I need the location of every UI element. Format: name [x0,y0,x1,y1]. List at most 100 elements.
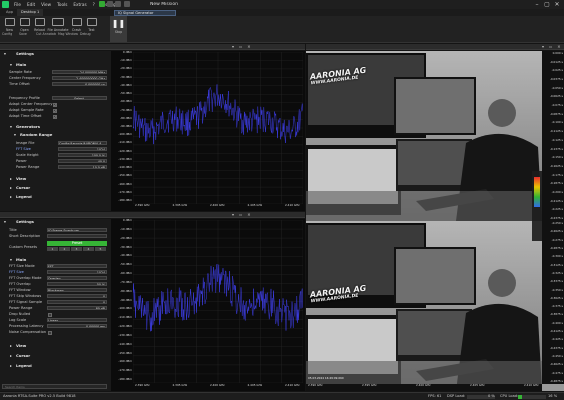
preset-4-button[interactable]: 4 [83,247,94,251]
new-icon [4,18,15,26]
fft-size-field[interactable]: 1024 [58,147,107,152]
fft-size-mode-field[interactable]: FFT [47,264,107,269]
power-field[interactable]: -40.0 [58,159,107,164]
waterfall-y-tick-label: -0.075 s [551,103,563,108]
spectrum-bottom-x-axis: 2.390 GHz 2.395 GHz 2.400 GHz 2.405 GHz 2.41… [133,384,303,389]
stop-button[interactable]: ❚❚ Stop [110,16,127,42]
cursor-toggle-icon[interactable]: ▸ [10,353,12,358]
title-field[interactable]: IQ Frame Spectrum [47,228,107,233]
power-range-field[interactable]: 10.0 dB [58,165,107,170]
cursor-section-title: Cursor [16,353,31,358]
save-button[interactable]: Save [19,32,34,37]
waterfall-panel[interactable]: AARONIA AG WWW.AARONIA.DE AARONIA AG WWW… [306,51,564,391]
minimize-button[interactable]: – [532,0,542,9]
menu-help[interactable]: ? [90,0,98,9]
waterfall-y-tick-label: -0.250 s [551,221,563,225]
panel-controls-icon[interactable]: ▾ ▫ ✕ [232,212,253,218]
generators-toggle-icon[interactable]: ▾ [10,124,12,129]
legend-toggle-icon[interactable]: ▸ [10,363,12,368]
crash-button[interactable]: Crash [69,16,84,42]
preset-3-button[interactable]: 3 [71,247,82,251]
noise-compensation-checkbox[interactable] [48,331,52,335]
menu-file[interactable]: File [11,0,24,9]
power-range-field[interactable]: -80 dB [47,306,107,311]
tab-desktop[interactable]: Desktop 1 [17,9,44,16]
drop-nulled-checkbox[interactable] [48,313,52,317]
y-tick-label: -80 dBm [120,288,132,293]
menu-extras[interactable]: Extras [70,0,89,9]
search-input[interactable] [2,384,107,389]
play-icon[interactable] [124,1,130,7]
short-description-field[interactable] [47,234,107,239]
waterfall-y-tick-label: -0.350 s [551,287,563,292]
preset-button[interactable]: Preset [47,241,107,246]
preset-2-button[interactable]: 2 [59,247,70,251]
cut-annotate-button[interactable]: Cut Annotate [36,32,56,37]
view-toggle-icon[interactable]: ▸ [10,176,12,181]
test-button[interactable]: Test [84,16,99,42]
new-button[interactable]: New [2,16,17,42]
config-button[interactable]: Config [2,32,17,37]
cpu-load-fill [518,395,523,399]
y-tick-label: -120 dBm [118,148,132,153]
x-tick-label: 2.395 GHz [172,203,188,207]
copy-icon[interactable] [107,1,113,7]
view-toggle-icon[interactable]: ▸ [10,343,12,348]
y-tick-label: -120 dBm [118,324,132,328]
x-tick-label: 2.395 GHz [172,383,188,387]
y-tick-label: -100 dBm [118,306,132,311]
scale-height-field[interactable]: 100.0 % [58,153,107,158]
adapt-sample-rate-checkbox[interactable]: ✓ [53,109,57,113]
waterfall-y-tick-label: -0.225 s [551,207,563,212]
fft-overlap-field[interactable]: 50 % [47,282,107,287]
preset-1-button[interactable]: 1 [47,247,58,251]
msg-window-button[interactable]: Msg Window [58,32,78,37]
cursor-toggle-icon[interactable]: ▸ [10,185,12,190]
main-section-title: Main [16,257,27,262]
fft-skip-windows-label: FFT Skip Windows [9,294,42,298]
fft-size-field[interactable]: 1024 [47,270,107,275]
color-scale-toolbar[interactable] [532,171,542,241]
main-section-toggle-icon[interactable]: ▾ [10,62,12,67]
image-file-field[interactable]: Config/Aaronia/AARONIA A... [58,141,107,146]
center-frequency-field[interactable]: 2.400000000 GHz [52,76,107,81]
reload-button[interactable]: Reload [32,16,47,42]
fft-signal-sample-field[interactable]: 0 [47,300,107,305]
save-icon[interactable] [99,1,105,7]
tab-app[interactable]: App [2,9,17,16]
spectrum-bottom-panel[interactable]: 0 dBm -10 dBm -20 dBm -30 dBm -40 dBm -50 dBm… [111,219,305,391]
cpu-load-value: 16 % [548,394,558,398]
sample-rate-field[interactable]: 24.000000 MHz [52,70,107,75]
menu-view[interactable]: View [38,0,54,9]
x-tick-label: 2.400 GHz [210,203,225,207]
adapt-time-offset-checkbox[interactable]: ✓ [53,115,57,119]
time-offset-field[interactable]: 0.000000 us [52,82,107,87]
panel-controls-icon[interactable]: ▾ ▫ ✕ [232,44,253,50]
fft-overlap-mode-field[interactable]: Overlap [47,276,107,281]
adapt-time-offset-label: Adapt Time Offset [9,114,42,118]
main-section-toggle-icon[interactable]: ▾ [10,257,12,262]
spectrum-bottom-plot [133,220,303,383]
stop-icon[interactable] [115,1,121,7]
open-button[interactable]: Open [17,16,32,42]
fft-window-field[interactable]: Blackman [47,288,107,293]
spectrum-top-panel[interactable]: 0 dBm -10 dBm -20 dBm -30 dBm -40 dBm -50 dBm… [111,51,305,211]
legend-toggle-icon[interactable]: ▸ [10,194,12,199]
debug-button[interactable]: Debug [80,32,95,37]
frequency-profile-select[interactable]: Select [52,96,107,101]
random-range-toggle-icon[interactable]: ▾ [14,132,16,137]
menu-edit[interactable]: Edit [24,0,38,9]
fft-skip-windows-field[interactable]: 0 [47,294,107,299]
menu-tools[interactable]: Tools [54,0,70,9]
file-annotate-button[interactable]: File Annotate [47,16,69,42]
adapt-center-frequency-checkbox[interactable]: ✓ [53,103,57,107]
maximize-button[interactable]: ▢ [542,0,552,9]
preset-5-button[interactable]: 5 [95,247,106,251]
processing-latency-field[interactable]: 0.00000 ms [47,324,107,329]
close-button[interactable]: ✕ [552,0,562,9]
fft-size-label: FFT Size [9,270,24,274]
y-tick-label: -130 dBm [118,156,132,161]
panel-controls-icon[interactable]: ▾ ▫ ✕ [542,44,563,50]
log-scale-field[interactable]: Linear [47,318,107,323]
reload-icon [34,18,45,26]
